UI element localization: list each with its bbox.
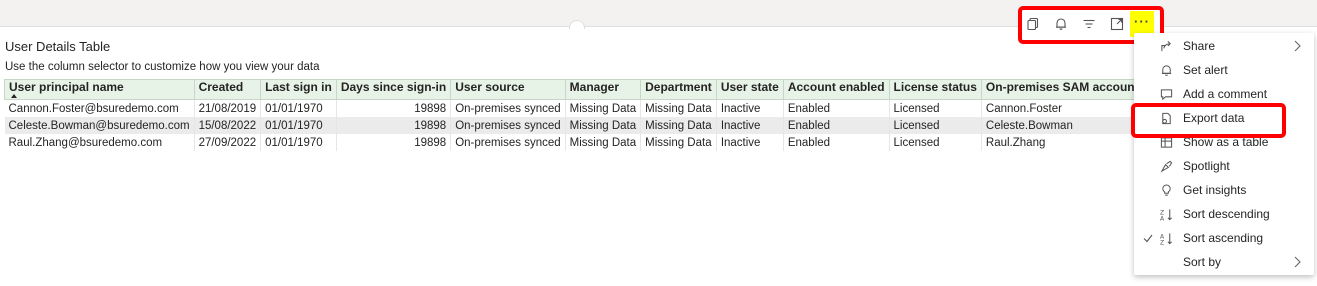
resize-handle[interactable] <box>569 20 585 29</box>
table-cell: Missing Data <box>640 117 717 134</box>
table-cell: 19898 <box>336 134 452 151</box>
bell-icon[interactable] <box>1050 13 1072 35</box>
bell-icon <box>1159 63 1173 77</box>
table-cell: Missing Data <box>565 99 642 117</box>
column-header[interactable]: Manager <box>564 79 642 100</box>
column-header[interactable]: Department <box>640 79 717 100</box>
table-row[interactable]: Cannon.Foster@bsuredemo.com 21/08/2019 0… <box>4 99 1134 117</box>
visual-title: User Details Table <box>5 39 111 54</box>
chevron-right-icon <box>1294 40 1301 52</box>
table-cell: Enabled <box>783 117 890 134</box>
menu-item-sort-ascending[interactable]: AZ Sort ascending <box>1134 226 1314 250</box>
more-options-menu: Share Set alert Add a comment Export dat… <box>1134 33 1314 275</box>
focus-mode-icon[interactable] <box>1106 13 1128 35</box>
menu-item-sort-by[interactable]: Sort by <box>1134 250 1314 274</box>
table-cell: Missing Data <box>640 134 717 151</box>
sort-descending-icon: ZA <box>1159 207 1173 221</box>
table-cell: 19898 <box>336 117 452 134</box>
column-header[interactable]: Account enabled <box>782 79 890 100</box>
table-cell: Inactive <box>716 134 784 151</box>
svg-text:A: A <box>1160 215 1165 220</box>
table-cell: 01/01/1970 <box>260 99 337 117</box>
column-header[interactable]: User principal name <box>4 79 195 100</box>
table-cell: Raul.Zhang@bsuredemo.com <box>4 134 195 151</box>
column-header[interactable]: License status <box>888 79 982 100</box>
more-options-icon: ··· <box>1134 14 1150 29</box>
menu-item-label: Add a comment <box>1183 87 1268 101</box>
menu-item-label: Sort by <box>1183 255 1222 269</box>
svg-text:Z: Z <box>1160 239 1164 244</box>
table-cell: 01/01/1970 <box>260 134 337 151</box>
table-cell: Celeste.Bowman@bsuredemo.com <box>4 117 195 134</box>
menu-item-label: Sort descending <box>1183 207 1270 221</box>
chevron-right-icon <box>1294 256 1301 268</box>
comment-icon <box>1159 87 1173 101</box>
menu-item-label: Set alert <box>1183 63 1228 77</box>
table-cell: Inactive <box>716 99 784 117</box>
table-cell: Missing Data <box>565 134 642 151</box>
checkmark-icon <box>1143 234 1153 243</box>
table-cell: Enabled <box>783 99 890 117</box>
menu-item-sort-descending[interactable]: ZA Sort descending <box>1134 202 1314 226</box>
menu-item-spotlight[interactable]: Spotlight <box>1134 154 1314 178</box>
column-header[interactable]: On-premises SAM account name <box>980 79 1134 100</box>
table-cell: Inactive <box>716 117 784 134</box>
sort-ascending-indicator-icon <box>11 94 17 98</box>
column-header[interactable]: Created <box>193 79 262 100</box>
menu-item-label: Spotlight <box>1183 159 1230 173</box>
share-icon <box>1159 39 1173 53</box>
sort-ascending-icon: AZ <box>1159 231 1173 245</box>
table-cell: 19898 <box>336 99 452 117</box>
table-cell: 21/08/2019 <box>194 99 262 117</box>
table-cell: Cannon.Foster@bsuredemo.com <box>4 99 195 117</box>
column-header[interactable]: Days since sign-in <box>335 79 452 100</box>
menu-item-get-insights[interactable]: Get insights <box>1134 178 1314 202</box>
table-cell: Celeste.Bowman <box>981 117 1134 134</box>
table-cell: Licensed <box>889 99 982 117</box>
column-header[interactable]: User source <box>450 79 566 100</box>
lightbulb-icon <box>1159 183 1173 197</box>
menu-item-label: Share <box>1183 39 1216 53</box>
visual-subtitle: Use the column selector to customize how… <box>5 61 320 73</box>
spotlight-icon <box>1159 159 1173 173</box>
filter-icon[interactable] <box>1078 13 1100 35</box>
table-cell: On-premises synced <box>450 117 566 134</box>
table-row[interactable]: Raul.Zhang@bsuredemo.com 27/09/2022 01/0… <box>4 134 1134 151</box>
table-cell: Licensed <box>889 117 982 134</box>
table-cell: Cannon.Foster <box>981 99 1134 117</box>
column-header[interactable]: User state <box>715 79 784 100</box>
table-cell: Missing Data <box>565 117 642 134</box>
column-header[interactable]: Last sign in <box>260 79 337 100</box>
table-cell: Enabled <box>783 134 890 151</box>
user-details-table: User principal name Created Last sign in… <box>4 79 1134 159</box>
menu-item-share[interactable]: Share <box>1134 34 1314 58</box>
export-data-highlight <box>1131 103 1286 138</box>
table-header-row: User principal name Created Last sign in… <box>4 79 1134 100</box>
table-cell: On-premises synced <box>450 134 566 151</box>
table-cell: Licensed <box>889 134 982 151</box>
table-cell: 27/09/2022 <box>194 134 262 151</box>
table-cell: 15/08/2022 <box>194 117 262 134</box>
table-row[interactable]: Celeste.Bowman@bsuredemo.com 15/08/2022 … <box>4 117 1134 134</box>
table-cell: On-premises synced <box>450 99 566 117</box>
table-cell: Raul.Zhang <box>981 134 1134 151</box>
table-cell: 01/01/1970 <box>260 117 337 134</box>
menu-item-label: Sort ascending <box>1183 231 1264 245</box>
table-cell: Missing Data <box>640 99 717 117</box>
copy-icon[interactable] <box>1022 13 1044 35</box>
menu-item-label: Get insights <box>1183 183 1247 197</box>
menu-item-set-alert[interactable]: Set alert <box>1134 58 1314 82</box>
